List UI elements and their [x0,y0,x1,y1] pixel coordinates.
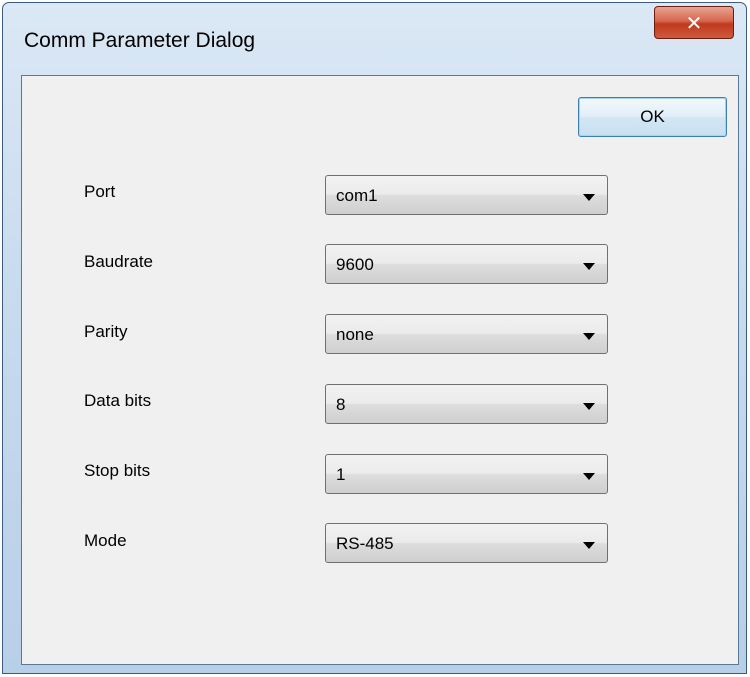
close-button[interactable]: ✕ [654,6,734,39]
baudrate-select-value: 9600 [336,255,374,274]
comm-parameter-dialog-window: Comm Parameter Dialog ✕ OK Port com1 Bau… [2,2,747,674]
stop-bits-select-value: 1 [336,465,346,484]
chevron-down-icon [583,542,595,549]
mode-select-value: RS-485 [336,534,394,553]
chevron-down-icon [583,194,595,201]
data-bits-select-value: 8 [336,395,346,414]
chevron-down-icon [583,403,595,410]
port-select-value: com1 [336,186,378,205]
stop-bits-label: Stop bits [84,461,151,480]
data-bits-label: Data bits [84,391,152,410]
port-label: Port [84,182,116,201]
dialog-client-area: OK Port com1 Baudrate 9600 Parity none D… [21,75,739,665]
chevron-down-icon [583,333,595,340]
window-title: Comm Parameter Dialog [24,29,256,52]
baudrate-label: Baudrate [84,252,153,271]
chevron-down-icon [583,263,595,270]
parity-select[interactable]: none [325,314,608,354]
parity-select-value: none [336,325,374,344]
baudrate-select[interactable]: 9600 [325,244,608,284]
mode-label: Mode [84,531,127,550]
stop-bits-select[interactable]: 1 [325,454,608,494]
data-bits-select[interactable]: 8 [325,384,608,424]
mode-select[interactable]: RS-485 [325,523,608,563]
parity-label: Parity [84,322,128,341]
close-icon: ✕ [685,10,703,35]
title-bar[interactable]: Comm Parameter Dialog ✕ [3,3,746,77]
port-select[interactable]: com1 [325,175,608,215]
ok-button[interactable]: OK [578,97,727,137]
chevron-down-icon [583,473,595,480]
